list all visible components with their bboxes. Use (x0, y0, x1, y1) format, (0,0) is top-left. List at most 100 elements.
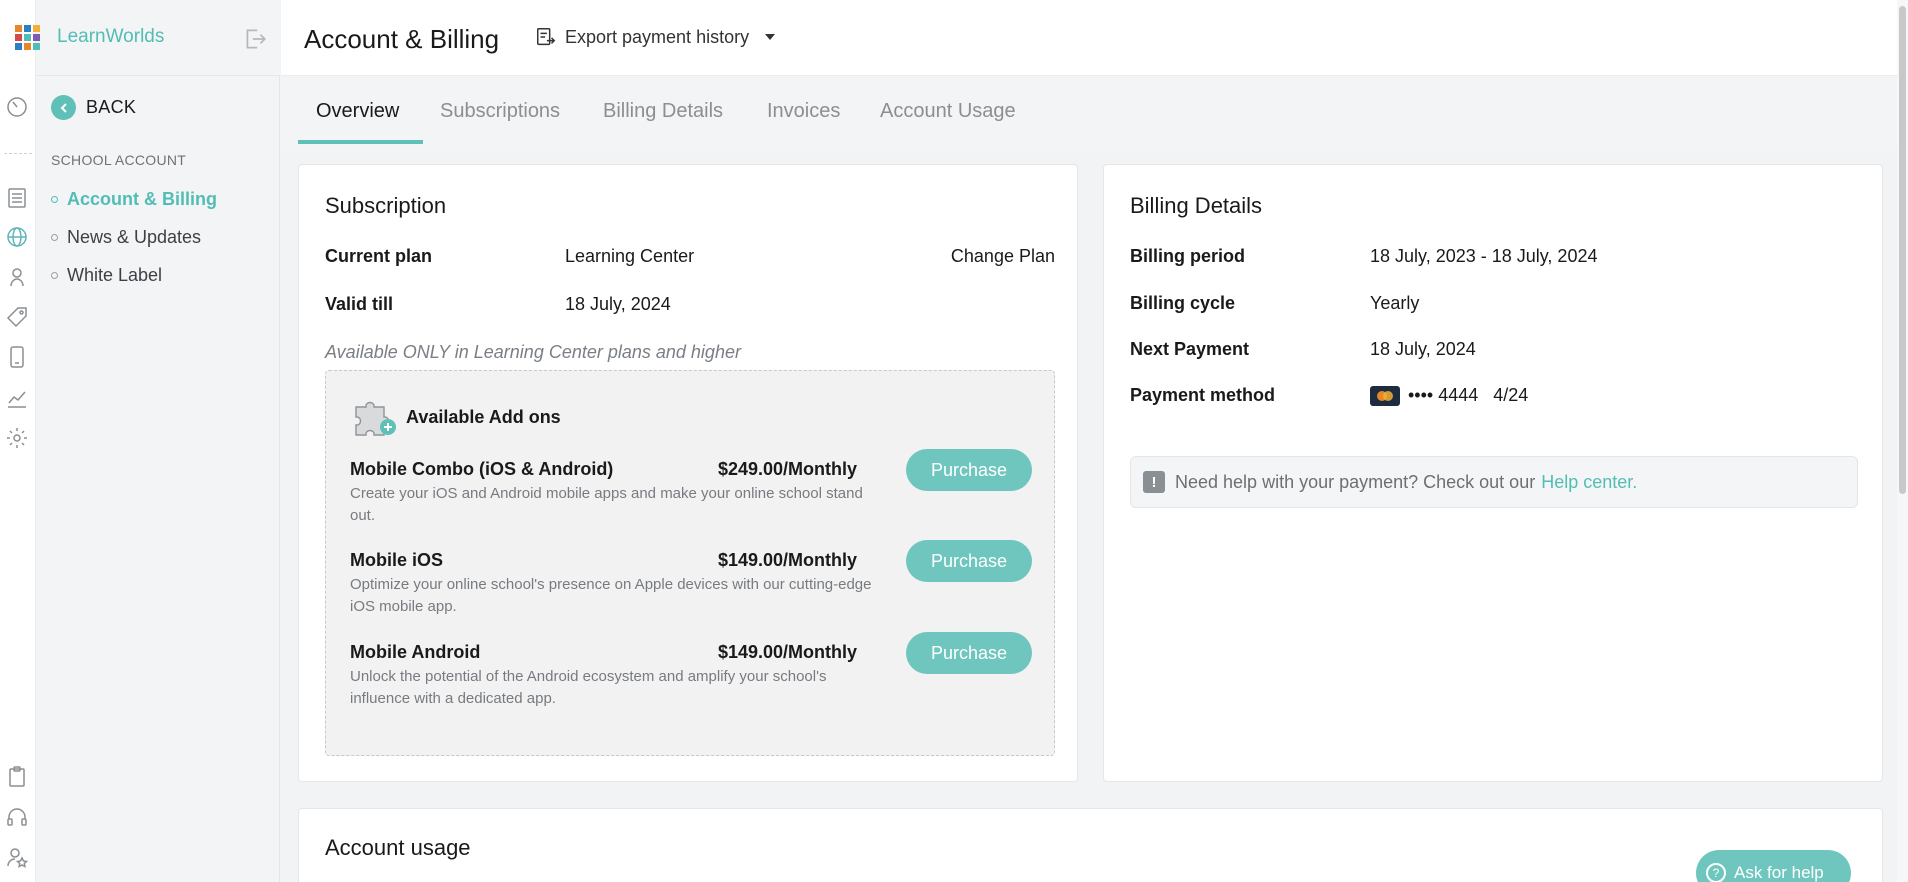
page-scrollbar[interactable] (1897, 0, 1908, 882)
help-text: Need help with your payment? Check out o… (1175, 471, 1536, 492)
purchase-mobile-ios-button[interactable]: Purchase (906, 540, 1032, 582)
export-payment-history-dropdown[interactable]: Export payment history (535, 26, 776, 48)
scrollbar-thumb[interactable] (1899, 6, 1906, 494)
card-expiry: 4/24 (1493, 385, 1529, 405)
sidebar-nav: Account & Billing News & Updates White L… (51, 180, 217, 294)
question-mark-icon: ? (1706, 863, 1726, 882)
card-number: •••• 4444 (1408, 385, 1479, 405)
puzzle-plus-icon (355, 401, 396, 436)
globe-icon[interactable] (4, 224, 30, 250)
pages-icon[interactable] (4, 185, 30, 211)
tab-overview[interactable]: Overview (316, 100, 399, 123)
subscription-title: Subscription (325, 193, 447, 218)
mobile-icon[interactable] (4, 344, 30, 370)
export-document-icon (537, 28, 556, 46)
addon-item: Mobile iOS $149.00/Monthly Optimize your… (350, 540, 1032, 630)
tab-bar: Overview Subscriptions Billing Details I… (281, 76, 1908, 145)
caret-down-icon (765, 34, 776, 40)
sidebar-item-label: White Label (67, 264, 163, 285)
bullet-icon (51, 233, 58, 241)
tag-icon[interactable] (4, 304, 30, 330)
addon-item: Mobile Android $149.00/Monthly Unlock th… (350, 632, 1032, 722)
tab-subscriptions[interactable]: Subscriptions (440, 100, 560, 123)
addon-name: Mobile Combo (iOS & Android) (350, 459, 614, 479)
sidebar-item-white-label[interactable]: White Label (51, 256, 217, 294)
current-plan-value: Learning Center (565, 246, 695, 266)
payment-method-row: Payment method •••• 4444 4/24 (1130, 385, 1830, 411)
sidebar-item-account-billing[interactable]: Account & Billing (51, 180, 217, 218)
page-header: Account & Billing Export payment history (281, 0, 1908, 76)
mastercard-icon (1370, 386, 1400, 407)
change-plan-link[interactable]: Change Plan (951, 246, 1055, 267)
valid-till-value: 18 July, 2024 (565, 294, 671, 314)
back-label: BACK (86, 97, 137, 117)
billing-details-card: Billing Details Billing period 18 July, … (1103, 164, 1883, 782)
export-label: Export payment history (565, 26, 750, 47)
tab-invoices[interactable]: Invoices (767, 100, 840, 123)
addons-header: Available Add ons (350, 397, 561, 437)
valid-till-row: Valid till 18 July, 2024 (325, 294, 1055, 320)
purchase-mobile-android-button[interactable]: Purchase (906, 632, 1032, 674)
addon-description: Create your iOS and Android mobile apps … (350, 485, 863, 524)
sidebar-item-label: Account & Billing (67, 188, 217, 209)
clipboard-icon[interactable] (4, 764, 30, 790)
valid-till-label: Valid till (325, 294, 394, 314)
sidebar-item-news-updates[interactable]: News & Updates (51, 218, 217, 256)
payment-method-label: Payment method (1130, 385, 1276, 405)
back-button[interactable]: BACK (51, 95, 136, 120)
tab-billing-details[interactable]: Billing Details (603, 100, 723, 123)
alert-icon: ! (1143, 471, 1165, 493)
next-payment-label: Next Payment (1130, 339, 1250, 359)
star-user-icon[interactable] (4, 844, 30, 870)
addon-price: $249.00/Monthly (717, 459, 857, 479)
active-tab-indicator (298, 140, 423, 144)
rail-divider (4, 153, 32, 154)
users-icon[interactable] (4, 264, 30, 290)
dashboard-gauge-icon[interactable] (4, 94, 30, 120)
payment-help-box: ! Need help with your payment? Check out… (1130, 456, 1858, 508)
addon-name: Mobile iOS (350, 550, 444, 570)
addon-name: Mobile Android (350, 642, 481, 662)
addon-description: Optimize your online school's presence o… (350, 576, 872, 615)
analytics-icon[interactable] (4, 385, 30, 411)
addons-title: Available Add ons (406, 406, 561, 427)
availability-note: Available ONLY in Learning Center plans … (325, 342, 741, 362)
page-title: Account & Billing (304, 24, 500, 54)
billing-cycle-row: Billing cycle Yearly (1130, 293, 1830, 319)
bullet-icon (51, 271, 58, 279)
billing-period-value: 18 July, 2023 - 18 July, 2024 (1370, 246, 1598, 266)
help-center-link[interactable]: Help center. (1541, 472, 1637, 493)
next-payment-row: Next Payment 18 July, 2024 (1130, 339, 1830, 365)
brand-name[interactable]: LearnWorlds (57, 26, 164, 48)
current-plan-row: Current plan Learning Center Change Plan (325, 246, 1055, 272)
current-plan-label: Current plan (325, 246, 433, 266)
billing-cycle-label: Billing cycle (1130, 293, 1236, 313)
subscription-card: Subscription Current plan Learning Cente… (298, 164, 1078, 782)
settings-gear-icon[interactable] (4, 425, 30, 451)
headset-icon[interactable] (4, 804, 30, 830)
learnworlds-logo-icon[interactable] (12, 22, 44, 54)
payment-method-value: •••• 4444 4/24 (1370, 385, 1529, 407)
billing-period-row: Billing period 18 July, 2023 - 18 July, … (1130, 246, 1830, 272)
sidebar-item-label: News & Updates (67, 226, 202, 247)
addon-description: Unlock the potential of the Android ecos… (350, 668, 827, 707)
ask-for-help-label: Ask for help (1734, 863, 1824, 882)
account-usage-title: Account usage (325, 835, 471, 860)
account-usage-card: Account usage (298, 808, 1883, 882)
section-header: SCHOOL ACCOUNT (51, 152, 187, 168)
addon-price: $149.00/Monthly (717, 550, 857, 570)
addons-panel: Available Add ons Mobile Combo (iOS & An… (325, 370, 1055, 756)
addon-price: $149.00/Monthly (717, 642, 857, 662)
addon-item: Mobile Combo (iOS & Android) $249.00/Mon… (350, 449, 1032, 539)
billing-period-label: Billing period (1130, 246, 1245, 266)
ask-for-help-button[interactable]: ? Ask for help (1696, 850, 1851, 882)
brand-header: LearnWorlds (15, 0, 280, 76)
tab-account-usage[interactable]: Account Usage (880, 100, 1016, 123)
bullet-icon (51, 195, 58, 203)
chevron-left-icon (51, 95, 76, 120)
billing-details-title: Billing Details (1130, 193, 1263, 218)
exit-icon[interactable] (242, 26, 268, 52)
settings-sidebar: LearnWorlds BACK SCHOOL ACCOUNT Account … (15, 0, 280, 882)
purchase-mobile-combo-button[interactable]: Purchase (906, 449, 1032, 491)
icon-rail (0, 0, 36, 882)
